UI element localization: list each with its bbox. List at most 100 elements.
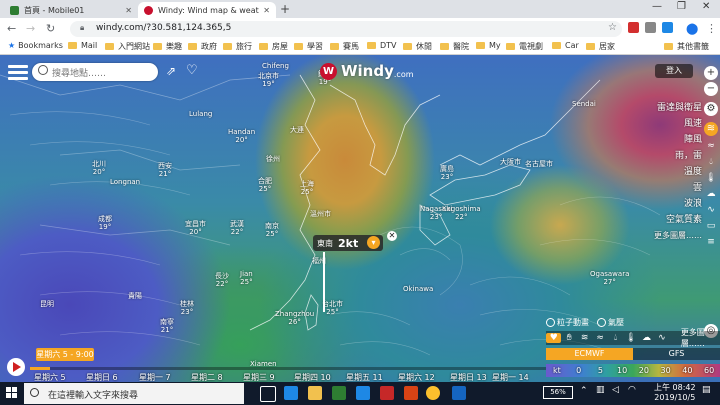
layer-air-quality[interactable]: 空氣質素 (644, 212, 702, 228)
star-icon[interactable]: ☆ (608, 22, 617, 33)
menu-dots-icon[interactable]: ⋮ (706, 22, 717, 35)
city-label[interactable]: 徐州 (266, 155, 280, 163)
extension-icon[interactable] (662, 22, 673, 33)
layer-wind[interactable]: 風速 (644, 116, 702, 132)
gust-icon[interactable]: ≈ (592, 333, 607, 343)
city-label[interactable]: 廣島 23° (440, 165, 454, 181)
wind-icon[interactable]: ≋ (577, 333, 592, 343)
city-label[interactable]: Lulang (189, 110, 212, 118)
task-view-icon[interactable] (260, 386, 276, 402)
layer-temperature[interactable]: 溫度 (644, 164, 702, 180)
bookmark-item[interactable]: 居家 (586, 41, 615, 52)
translate-icon[interactable] (645, 22, 656, 33)
tab-mobile01[interactable]: 首頁 - Mobile01 ✕ (4, 2, 138, 18)
taskbar-clock[interactable]: 上午 08:42 2019/10/5 (654, 383, 696, 403)
chrome-icon[interactable] (426, 386, 440, 400)
bookmark-item[interactable]: DTV (367, 41, 397, 50)
city-label[interactable]: Chifeng (262, 62, 289, 70)
outlook-icon[interactable] (452, 386, 466, 400)
bookmark-item[interactable]: My (476, 41, 501, 50)
temperature-icon[interactable]: 🌡︎ (705, 172, 717, 184)
city-label[interactable]: Zhangzhou 26° (275, 310, 314, 326)
layer-gust[interactable]: 陣風 (644, 132, 702, 148)
settings-icon[interactable]: ⚙ (704, 102, 718, 116)
notification-icon[interactable]: ▤ (702, 385, 711, 395)
city-label[interactable]: Longnan (110, 178, 140, 186)
bookmark-item[interactable]: 入門網站 (105, 41, 150, 52)
model-ecmwf[interactable]: ECMWF (546, 348, 633, 360)
city-label[interactable]: 台北市 25° (322, 300, 343, 316)
gust-icon[interactable]: ≈ (705, 140, 717, 152)
city-label[interactable]: 北京市 19° (258, 72, 279, 88)
share-icon[interactable]: ⇗ (166, 64, 176, 78)
zoom-out-icon[interactable]: − (704, 82, 718, 96)
chevron-down-icon[interactable]: ▾ (367, 236, 380, 249)
city-label[interactable]: 桂林 23° (180, 300, 194, 316)
city-label[interactable]: Jian 25° (240, 270, 253, 286)
city-label[interactable]: 貴陽 (128, 292, 142, 300)
city-label[interactable]: 大阪市 (500, 158, 521, 166)
back-icon[interactable]: ← (7, 22, 16, 35)
city-label[interactable]: 南京 25° (265, 222, 279, 238)
hamburger-menu-icon[interactable] (8, 65, 28, 81)
word-icon[interactable] (356, 386, 370, 400)
bookmark-item[interactable]: 政府 (188, 41, 217, 52)
city-label[interactable]: 名古屋市 (525, 160, 553, 168)
city-label[interactable]: 上海 25° (300, 180, 314, 196)
city-label[interactable]: 昆明 (40, 300, 54, 308)
particles-toggle[interactable]: 粒子動畫 (546, 317, 589, 328)
battery-indicator[interactable]: 56% (543, 386, 573, 399)
hand-icon[interactable]: ✋︎ (561, 333, 576, 343)
city-label[interactable]: 南寧 21° (160, 318, 174, 334)
close-icon[interactable]: ✕ (387, 231, 397, 241)
forward-icon[interactable]: → (26, 22, 35, 35)
layer-waves[interactable]: 波浪 (644, 196, 702, 212)
timeline-progress[interactable] (30, 367, 50, 370)
office-icon[interactable] (380, 386, 394, 400)
city-label[interactable]: Sendai (572, 100, 596, 108)
bookmark-item[interactable]: 學習 (294, 41, 323, 52)
volume-icon[interactable]: ◁ (612, 385, 619, 395)
city-label[interactable]: Nagasaki 23° (420, 205, 452, 221)
rain-icon[interactable]: 💧︎ (608, 333, 623, 343)
tray-up-arrow-icon[interactable]: ⌃ (580, 386, 588, 396)
edge-icon[interactable] (284, 386, 298, 400)
wave-icon[interactable]: ∿ (654, 333, 669, 343)
pressure-toggle[interactable]: 氣壓 (597, 317, 624, 328)
city-label[interactable]: 西安 21° (158, 162, 172, 178)
wave-icon[interactable]: ∿ (705, 204, 717, 216)
bookmark-item[interactable]: Mail (68, 41, 97, 50)
timeline-track[interactable] (30, 367, 546, 370)
bookmark-item[interactable]: 電視劇 (506, 41, 543, 52)
network-icon[interactable]: ▥ (596, 385, 605, 395)
login-button[interactable]: 登入 (655, 64, 693, 78)
profile-icon[interactable]: ⬤ (686, 22, 698, 35)
close-icon[interactable]: ✕ (263, 6, 270, 15)
wifi-icon[interactable]: ◠ (628, 385, 636, 395)
bookmark-item[interactable]: 樂趣 (153, 41, 182, 52)
layer-more[interactable]: 更多圖層…… (644, 228, 702, 244)
city-label[interactable]: 北川 20° (92, 160, 106, 176)
bookmark-item[interactable]: 其他書籤 (664, 41, 709, 52)
city-label[interactable]: 武漢 22° (230, 220, 244, 236)
zoom-in-icon[interactable]: + (704, 66, 718, 80)
maximize-icon[interactable]: ❐ (677, 1, 686, 12)
close-icon[interactable]: ✕ (125, 6, 132, 15)
bookmark-item[interactable]: ★ Bookmarks (8, 41, 63, 50)
bookmark-item[interactable]: Car (552, 41, 579, 50)
temperature-icon[interactable]: 🌡︎ (623, 333, 638, 343)
rain-icon[interactable]: 💧︎ (705, 156, 717, 168)
city-label[interactable]: 宜昌市 20° (185, 220, 206, 236)
tab-windy[interactable]: Windy: Wind map & weather fo ✕ (138, 2, 276, 18)
city-label[interactable]: 溫州市 (310, 210, 331, 218)
heart-icon[interactable]: ♡ (186, 63, 198, 78)
lock-icon[interactable]: 🔒︎ (80, 23, 84, 33)
bookmark-item[interactable]: 休閒 (403, 41, 432, 52)
city-label[interactable]: 長沙 22° (215, 272, 229, 288)
city-label[interactable]: 大連 (290, 126, 304, 134)
layer-rain[interactable]: 雨，雷 (644, 148, 702, 164)
bookmark-item[interactable]: 房屋 (259, 41, 288, 52)
layer-radar[interactable]: 雷達與衛星 (644, 100, 702, 116)
window-close-icon[interactable]: ✕ (702, 1, 710, 12)
city-label[interactable]: 成都 19° (98, 215, 112, 231)
